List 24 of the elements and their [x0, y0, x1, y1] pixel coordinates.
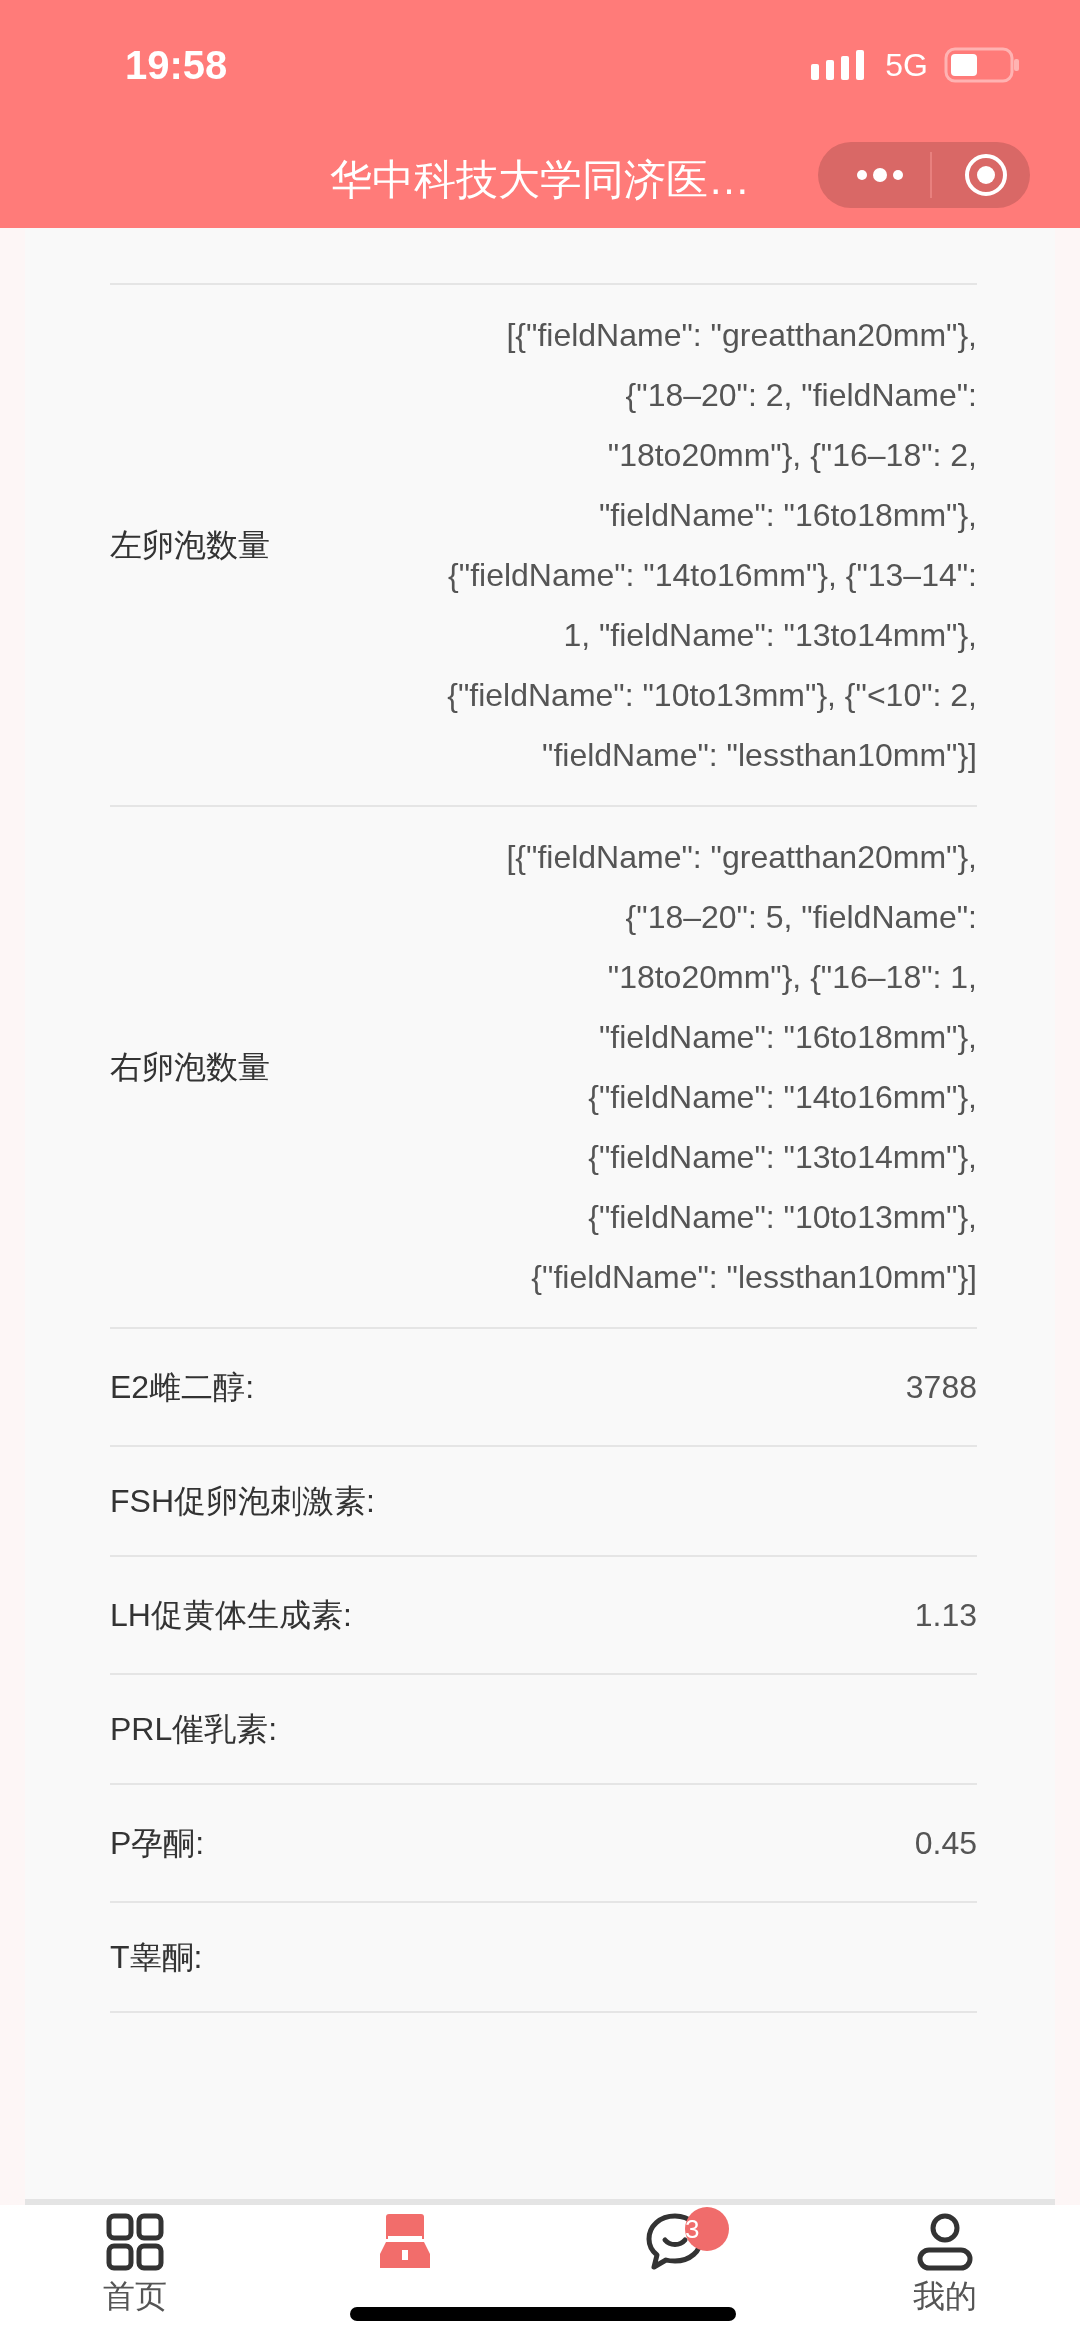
- field-label: FSH促卵泡刺激素:: [110, 1482, 375, 1521]
- field-label: PRL催乳素:: [110, 1710, 278, 1749]
- unread-badge: 3: [685, 2207, 729, 2251]
- field-value: [{"fieldName": "greatthan20mm"}, {"18–20": 5, "fieldName": "18to20mm"}, {"16–18": 1, "fieldName": "16to18mm"}, {"fieldName": "14to16mm"}, {"fieldName": "13to14mm"}, {"fieldName": "10to13mm"}, {"fieldName": "lessthan10mm"}]: [505, 838, 977, 1297]
- field-label: 左卵泡数量: [110, 526, 270, 565]
- field-value: 0.45: [914, 1824, 977, 1863]
- field-value: [{"fieldName": "greatthan20mm"}, {"18–20": 2, "fieldName": "18to20mm"}, {"16–18": 2, "fieldName": "16to18mm"}, {"fieldName": "14to16mm"}, {"13–14": 1, "fieldName": "13to14mm"}, {"fieldName": "10to13mm"}, {"<10": 2, "fieldName": "lessthan10mm"}]: [446, 316, 977, 775]
- close-icon[interactable]: [964, 153, 1008, 197]
- field-value: 3788: [905, 1368, 977, 1407]
- field-label: T睾酮:: [110, 1938, 203, 1977]
- battery-icon: [944, 47, 1020, 83]
- more-icon[interactable]: [856, 167, 904, 183]
- tab-item[interactable]: 我的: [810, 2205, 1080, 2316]
- field-label: LH促黄体生成素:: [110, 1596, 352, 1635]
- field-value: 1.13: [914, 1596, 977, 1635]
- grid-icon: [106, 2213, 164, 2271]
- field-label: P孕酮:: [110, 1824, 205, 1863]
- person-icon: [916, 2213, 974, 2271]
- status-time: 19:58: [125, 42, 228, 89]
- field-label: 右卵泡数量: [110, 1048, 270, 1087]
- network-label: 5G: [885, 46, 928, 85]
- field-label: E2雌二醇:: [110, 1368, 255, 1407]
- page-title: 华中科技大学同济医…: [330, 154, 750, 205]
- tab-item[interactable]: 首页: [0, 2205, 270, 2316]
